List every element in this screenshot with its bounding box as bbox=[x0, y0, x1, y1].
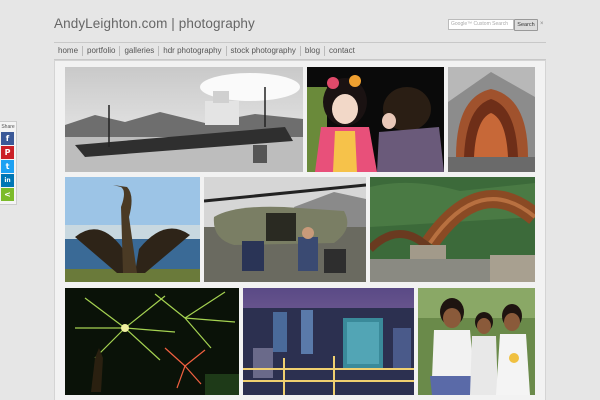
site-title[interactable]: AndyLeighton.com | photography bbox=[54, 16, 255, 31]
wooden-arch-bridge-image bbox=[370, 177, 535, 282]
main-nav: home portfolio galleries hdr photography… bbox=[58, 46, 359, 56]
fireworks-image bbox=[65, 288, 239, 395]
pinterest-icon[interactable]: P bbox=[1, 146, 14, 159]
share-sidebar: Share f P t in < bbox=[0, 121, 17, 205]
search-button[interactable]: Search bbox=[514, 19, 538, 31]
linkedin-icon[interactable]: in bbox=[1, 174, 14, 187]
photo-city-at-dusk[interactable] bbox=[243, 288, 414, 395]
photo-kimono-girls[interactable] bbox=[307, 67, 444, 172]
photo-helicopter[interactable] bbox=[204, 177, 366, 282]
twitter-icon[interactable]: t bbox=[1, 160, 14, 173]
city-at-dusk-image bbox=[243, 288, 414, 395]
nav-item-hdr-photography[interactable]: hdr photography bbox=[159, 46, 227, 56]
search-clear-icon[interactable]: × bbox=[540, 19, 544, 29]
photo-shipwreck[interactable] bbox=[65, 67, 303, 172]
nav-item-contact[interactable]: contact bbox=[325, 46, 359, 56]
wooden-arch-vault-image bbox=[448, 67, 535, 172]
nav-item-stock-photography[interactable]: stock photography bbox=[227, 46, 301, 56]
search-input[interactable]: Google™ Custom Search bbox=[448, 19, 514, 30]
nav-item-blog[interactable]: blog bbox=[301, 46, 326, 56]
nav-item-galleries[interactable]: galleries bbox=[120, 46, 160, 56]
nav-item-portfolio[interactable]: portfolio bbox=[83, 46, 121, 56]
share-label: Share bbox=[1, 124, 15, 130]
photo-wooden-arch-vault[interactable] bbox=[448, 67, 535, 172]
cormorant-image bbox=[65, 177, 200, 282]
header-divider bbox=[54, 42, 546, 43]
kimono-girls-image bbox=[307, 67, 444, 172]
photo-fireworks[interactable] bbox=[65, 288, 239, 395]
photo-wooden-arch-bridge[interactable] bbox=[370, 177, 535, 282]
schoolgirls-image bbox=[418, 288, 535, 395]
share-icon[interactable]: < bbox=[1, 188, 14, 201]
photo-cormorant[interactable] bbox=[65, 177, 200, 282]
helicopter-image bbox=[204, 177, 366, 282]
shipwreck-image bbox=[65, 67, 303, 172]
nav-item-home[interactable]: home bbox=[58, 46, 84, 56]
facebook-icon[interactable]: f bbox=[1, 132, 14, 145]
photo-schoolgirls[interactable] bbox=[418, 288, 535, 395]
